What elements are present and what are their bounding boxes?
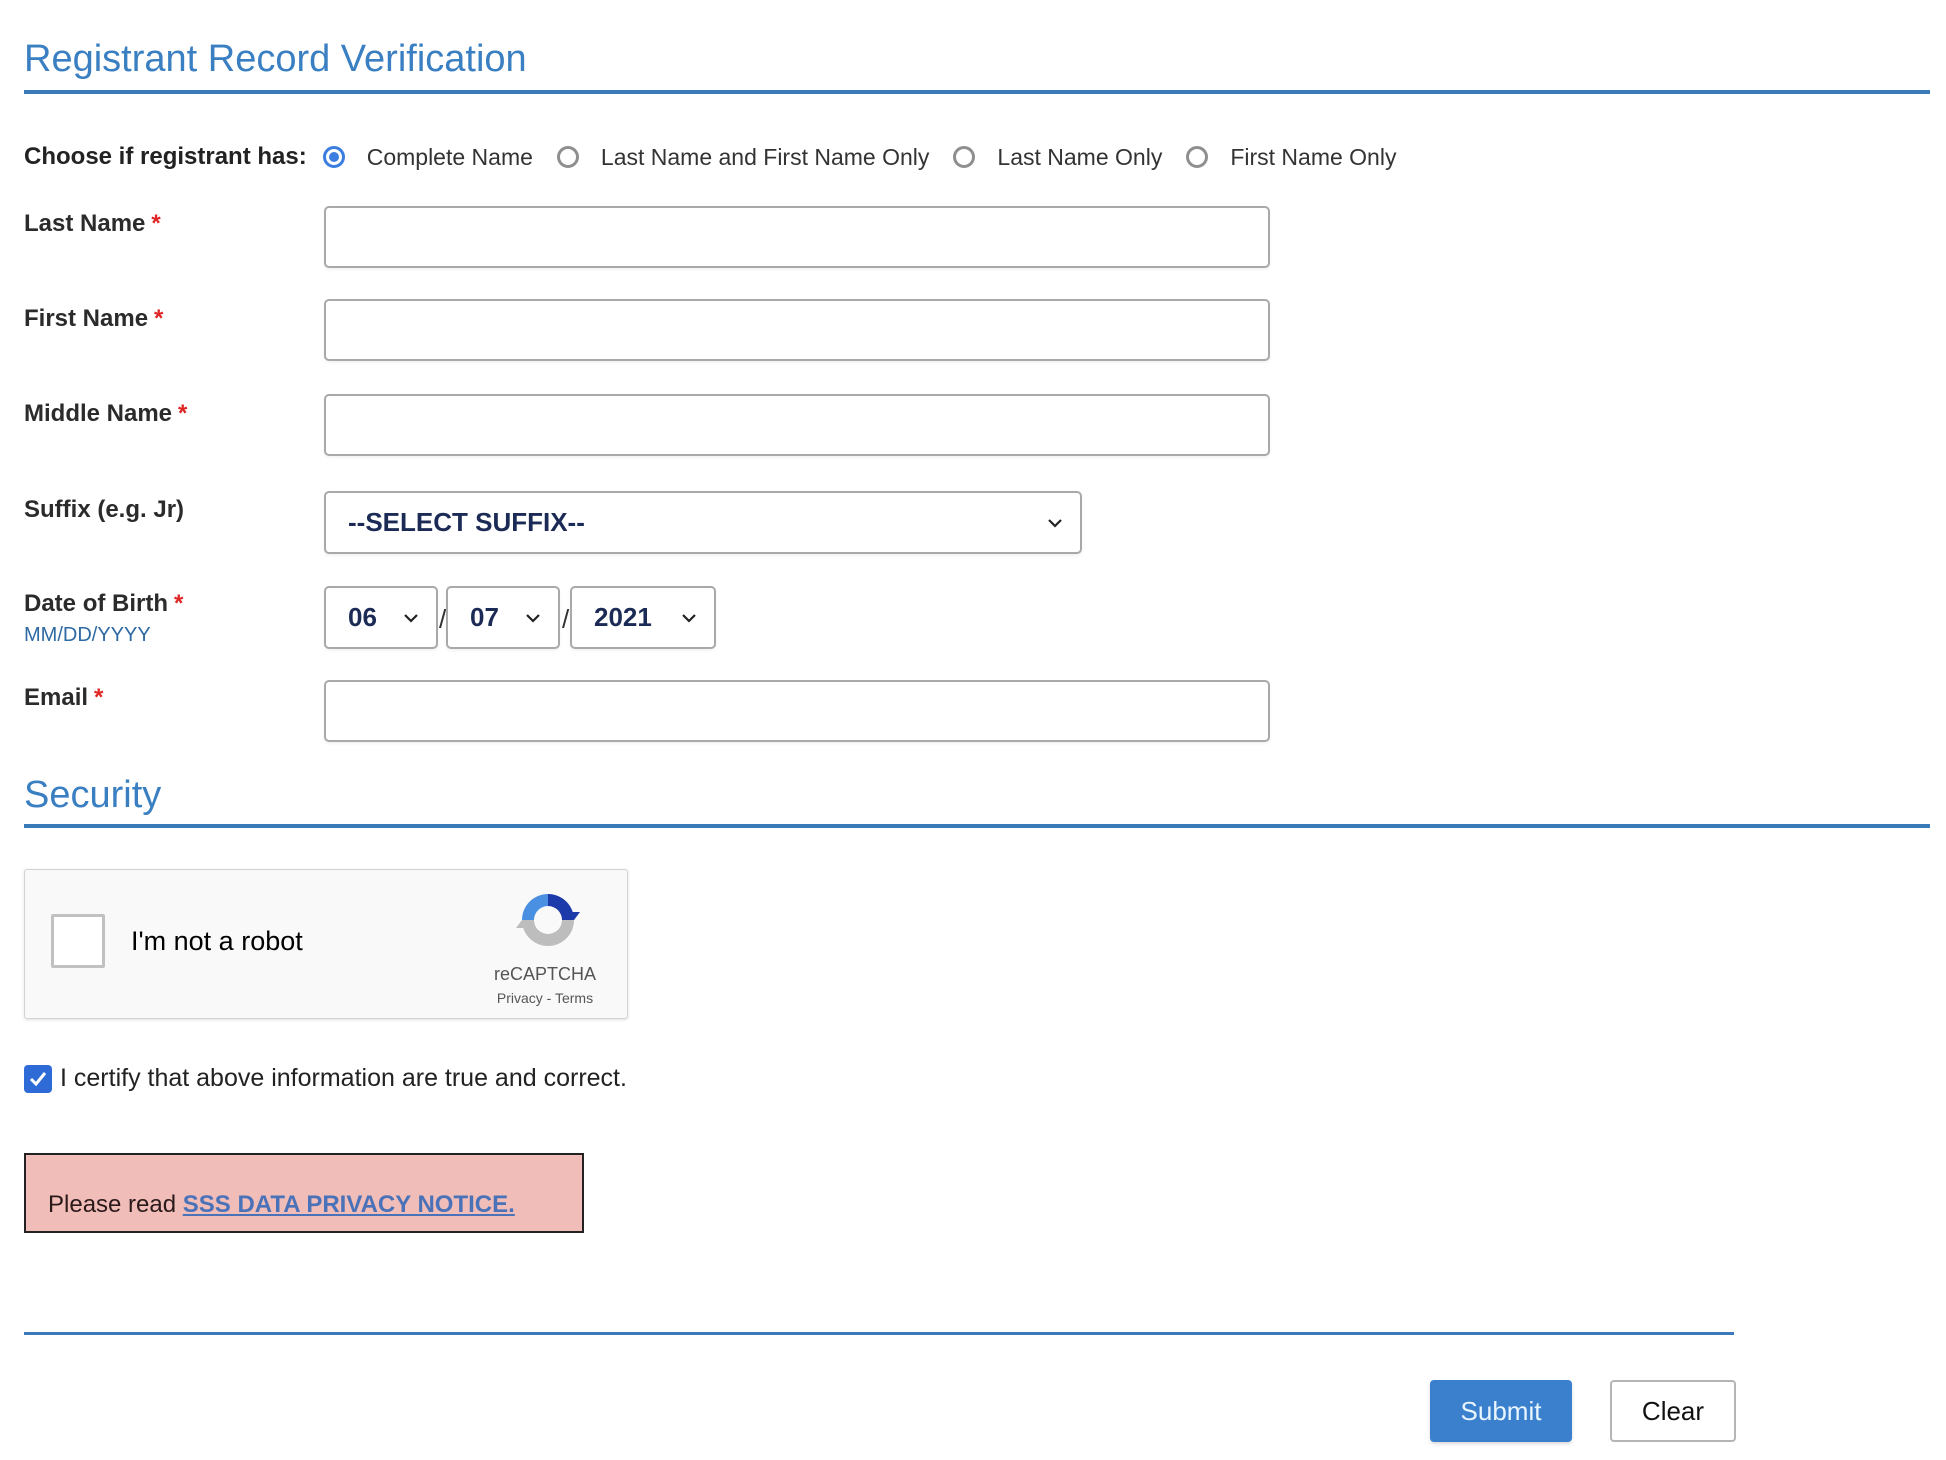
radio-label: Last Name Only	[997, 143, 1163, 170]
required-mark: *	[151, 210, 161, 237]
required-mark: *	[178, 400, 188, 427]
radio-label: Last Name and First Name Only	[600, 143, 930, 170]
dob-format-hint: MM/DD/YYYY	[24, 624, 151, 646]
recaptcha-logo-icon	[516, 894, 580, 946]
radio-complete-name[interactable]: Complete Name	[322, 143, 533, 171]
checkmark-icon	[29, 1071, 47, 1086]
first-name-input[interactable]	[324, 299, 1270, 361]
email-input[interactable]	[324, 680, 1270, 742]
required-mark: *	[174, 590, 184, 617]
chevron-down-icon	[404, 613, 418, 623]
label-text: Date of Birth	[24, 590, 168, 617]
name-option-label: Choose if registrant has:	[24, 143, 307, 170]
dob-day-select[interactable]: 07	[446, 586, 560, 649]
chevron-down-icon	[1048, 518, 1062, 528]
security-title: Security	[24, 774, 162, 816]
dob-label: Date of Birth *	[24, 590, 183, 618]
dob-year-select[interactable]: 2021	[570, 586, 716, 649]
certify-checkbox[interactable]	[24, 1064, 52, 1093]
radio-label: First Name Only	[1230, 143, 1397, 170]
title-divider	[24, 90, 1930, 94]
middle-name-label: Middle Name *	[24, 400, 187, 428]
radio-last-name-only[interactable]: Last Name Only	[953, 144, 1162, 171]
label-text: First Name	[24, 305, 149, 332]
required-mark: *	[154, 305, 164, 332]
radio-unselected-icon[interactable]	[953, 146, 976, 168]
certify-row: I certify that above information are tru…	[24, 1064, 627, 1093]
date-separator: /	[562, 604, 570, 634]
notice-prefix: Please read	[48, 1191, 183, 1218]
recaptcha-links: Privacy - Terms	[465, 990, 625, 1006]
name-option-group: Choose if registrant has: Complete Name …	[24, 140, 1420, 174]
recaptcha-brand: reCAPTCHA	[493, 964, 596, 984]
radio-last-and-first-name-only[interactable]: Last Name and First Name Only	[556, 143, 930, 171]
link-separator: -	[546, 990, 552, 1006]
recaptcha-widget: I'm not a robot reCAPTCHA Privacy - Term…	[24, 869, 628, 1019]
dob-month-select[interactable]: 06	[324, 586, 438, 649]
certify-label: I certify that above information are tru…	[60, 1064, 627, 1092]
privacy-notice-box: Please read SSS DATA PRIVACY NOTICE.	[24, 1153, 584, 1233]
radio-unselected-icon[interactable]	[1186, 146, 1209, 168]
email-label: Email *	[24, 684, 103, 712]
label-text: Last Name	[24, 210, 146, 237]
page-title: Registrant Record Verification	[24, 38, 527, 80]
middle-name-input[interactable]	[324, 394, 1270, 456]
radio-selected-icon[interactable]	[322, 146, 345, 168]
privacy-notice-text: Please read SSS DATA PRIVACY NOTICE.	[48, 1191, 515, 1219]
recaptcha-terms-link[interactable]: Terms	[555, 990, 593, 1006]
suffix-label: Suffix (e.g. Jr)	[24, 496, 185, 523]
required-mark: *	[94, 684, 104, 711]
dob-month-value: 06	[348, 602, 377, 632]
clear-button[interactable]: Clear	[1610, 1380, 1736, 1442]
first-name-label: First Name *	[24, 305, 163, 333]
label-text: Email	[24, 684, 89, 711]
label-text: Middle Name	[24, 400, 173, 427]
radio-first-name-only[interactable]: First Name Only	[1186, 144, 1396, 171]
last-name-label: Last Name *	[24, 210, 161, 238]
dob-day-value: 07	[470, 602, 499, 632]
suffix-selected-value: --SELECT SUFFIX--	[348, 507, 585, 537]
radio-unselected-icon[interactable]	[556, 146, 579, 168]
chevron-down-icon	[526, 613, 540, 623]
dob-year-value: 2021	[594, 602, 652, 632]
recaptcha-checkbox[interactable]	[51, 914, 105, 968]
actions-divider	[24, 1332, 1734, 1335]
privacy-notice-link[interactable]: SSS DATA PRIVACY NOTICE.	[183, 1191, 515, 1218]
radio-label: Complete Name	[366, 143, 533, 170]
suffix-select[interactable]: --SELECT SUFFIX--	[324, 491, 1082, 554]
recaptcha-label: I'm not a robot	[131, 926, 303, 956]
security-divider	[24, 824, 1930, 828]
chevron-down-icon	[682, 613, 696, 623]
recaptcha-privacy-link[interactable]: Privacy	[497, 990, 543, 1006]
last-name-input[interactable]	[324, 206, 1270, 268]
submit-button[interactable]: Submit	[1430, 1380, 1572, 1442]
